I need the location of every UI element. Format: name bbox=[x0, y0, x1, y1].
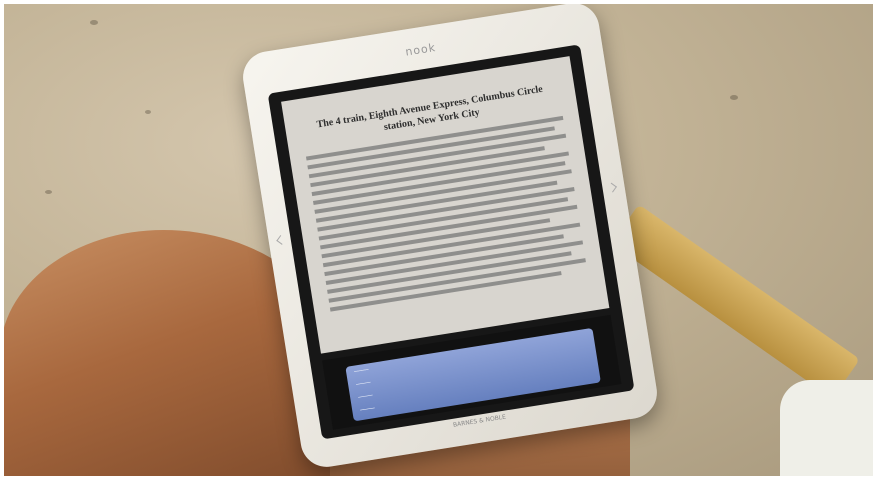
sand-texture bbox=[145, 110, 151, 114]
sand-texture bbox=[730, 95, 738, 100]
sand-texture bbox=[45, 190, 52, 194]
sand-texture bbox=[90, 20, 98, 25]
screen-bezel: The 4 train, Eighth Avenue Express, Colu… bbox=[267, 44, 635, 440]
towel bbox=[780, 380, 877, 480]
eink-screen: The 4 train, Eighth Avenue Express, Colu… bbox=[281, 56, 610, 354]
page-back-icon bbox=[276, 235, 287, 245]
beach-photo: nook The 4 train, Eighth Avenue Express,… bbox=[0, 0, 877, 480]
e-reader: nook The 4 train, Eighth Avenue Express,… bbox=[239, 0, 661, 471]
page-forward-icon bbox=[607, 182, 617, 193]
